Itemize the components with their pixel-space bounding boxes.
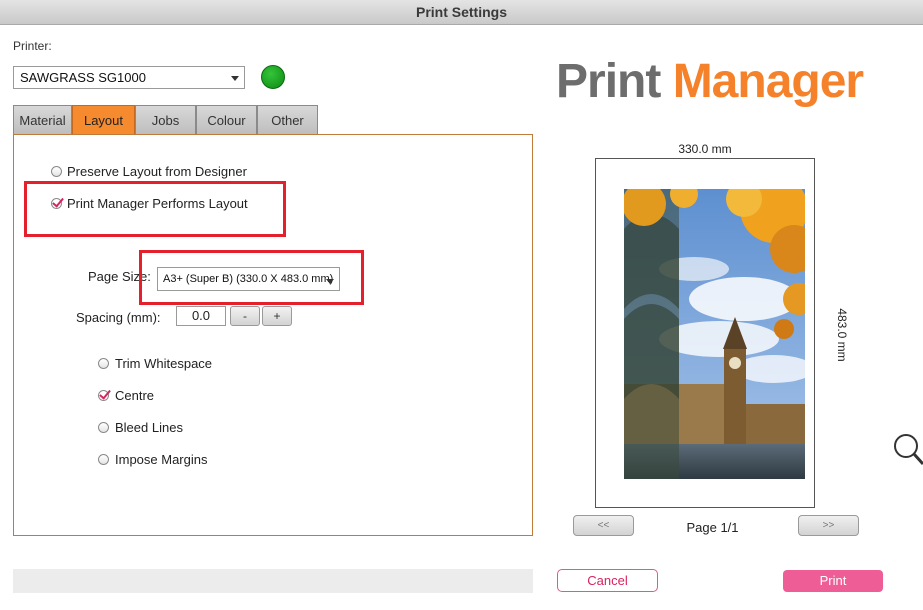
bleed-lines-label: Bleed Lines bbox=[115, 420, 183, 435]
spacing-decrement-button[interactable]: - bbox=[230, 306, 260, 326]
preview-height-label: 483.0 mm bbox=[835, 308, 849, 361]
preview-width-label: 330.0 mm bbox=[595, 142, 815, 156]
previous-page-button[interactable]: << bbox=[573, 515, 634, 536]
highlight-box-page-size bbox=[139, 250, 364, 305]
chevron-down-icon bbox=[231, 76, 239, 81]
page-indicator: Page 1/1 bbox=[660, 520, 765, 535]
tab-material[interactable]: Material bbox=[13, 105, 72, 135]
window-title: Print Settings bbox=[0, 0, 923, 25]
spacing-input[interactable]: 0.0 bbox=[176, 306, 226, 326]
status-bar bbox=[13, 569, 533, 593]
print-manager-logo: Print Manager bbox=[556, 54, 863, 109]
tab-layout[interactable]: Layout bbox=[72, 105, 135, 135]
printer-select-value: SAWGRASS SG1000 bbox=[20, 70, 146, 85]
trim-whitespace-label: Trim Whitespace bbox=[115, 356, 212, 371]
tab-jobs[interactable]: Jobs bbox=[135, 105, 196, 135]
preview-photo bbox=[624, 189, 805, 479]
printer-label: Printer: bbox=[13, 39, 52, 53]
logo-word-print: Print bbox=[556, 55, 660, 108]
london-photo-image bbox=[624, 189, 805, 479]
highlight-box-layout bbox=[24, 181, 286, 237]
bleed-lines-radio[interactable] bbox=[98, 422, 109, 433]
impose-margins-label: Impose Margins bbox=[115, 452, 207, 467]
tab-other[interactable]: Other bbox=[257, 105, 318, 135]
magnifier-icon[interactable] bbox=[890, 430, 923, 470]
spacing-increment-button[interactable]: + bbox=[262, 306, 292, 326]
cancel-button[interactable]: Cancel bbox=[557, 569, 658, 592]
next-page-button[interactable]: >> bbox=[798, 515, 859, 536]
preserve-layout-radio[interactable] bbox=[51, 166, 62, 177]
print-button[interactable]: Print bbox=[783, 570, 883, 592]
spacing-label: Spacing (mm): bbox=[76, 310, 161, 325]
trim-whitespace-radio[interactable] bbox=[98, 358, 109, 369]
logo-word-manager: Manager bbox=[673, 55, 863, 108]
printer-status-indicator bbox=[261, 65, 285, 89]
printer-select[interactable]: SAWGRASS SG1000 bbox=[13, 66, 245, 89]
tab-colour[interactable]: Colour bbox=[196, 105, 257, 135]
centre-checkbox[interactable] bbox=[98, 390, 109, 401]
preserve-layout-label: Preserve Layout from Designer bbox=[67, 164, 247, 179]
impose-margins-radio[interactable] bbox=[98, 454, 109, 465]
centre-label: Centre bbox=[115, 388, 154, 403]
